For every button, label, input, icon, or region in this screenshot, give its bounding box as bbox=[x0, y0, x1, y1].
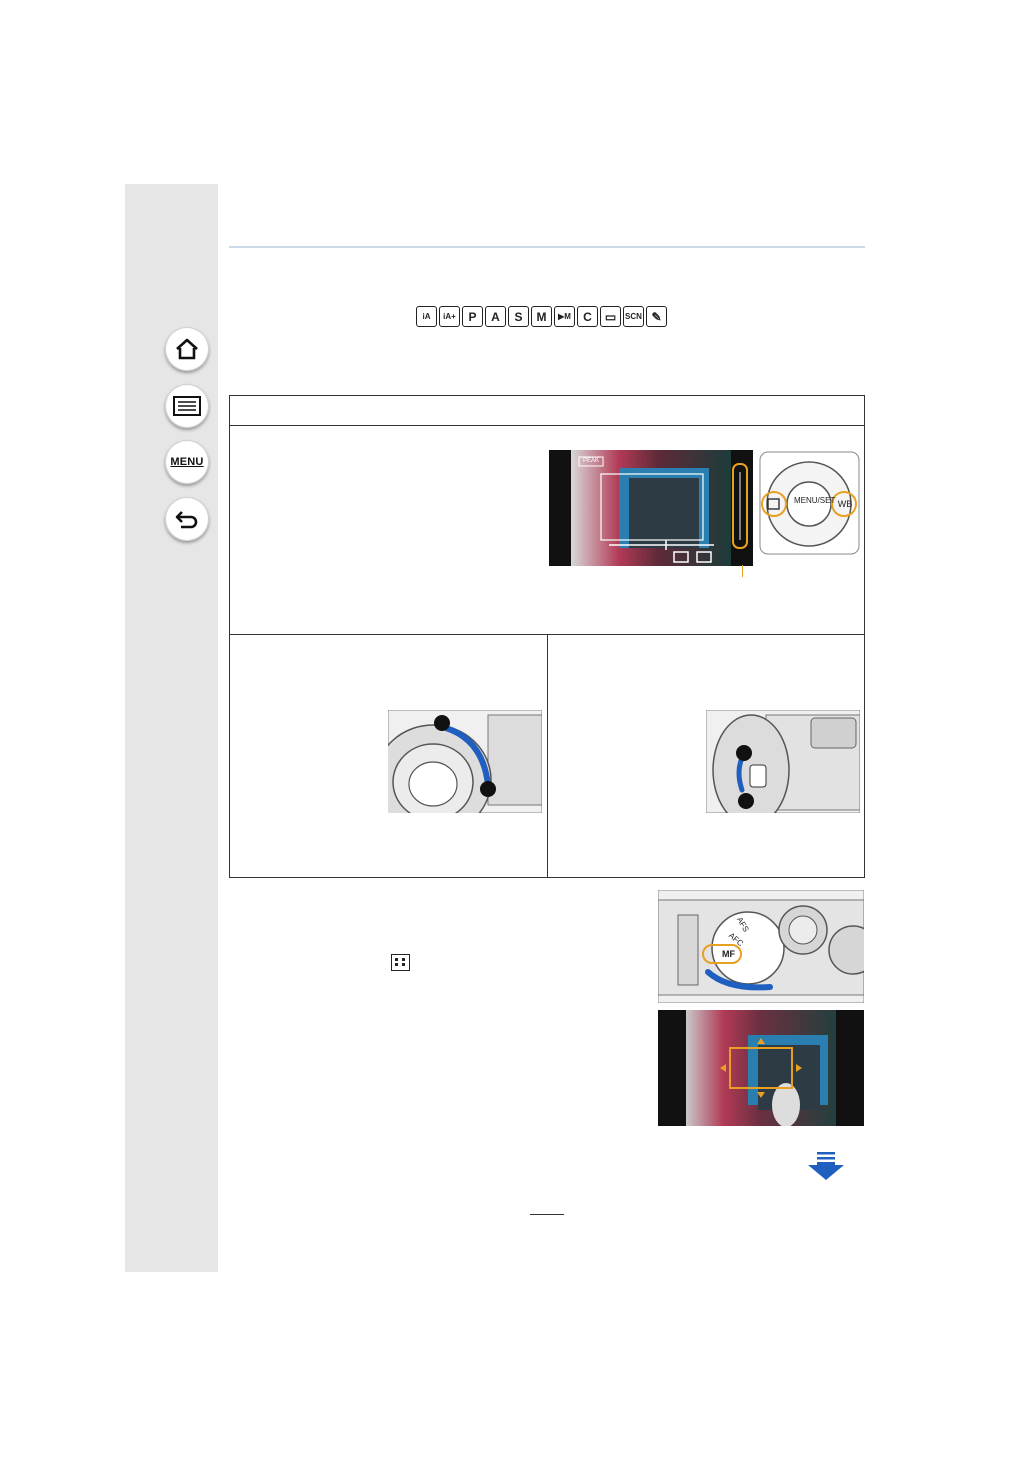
table-header-divider bbox=[229, 425, 865, 426]
header-rule bbox=[229, 246, 865, 248]
control-dial-illustration: MENU/SET WB bbox=[759, 451, 860, 555]
mode-icon-scn: SCN bbox=[623, 306, 644, 327]
page-number-link[interactable] bbox=[530, 1214, 564, 1215]
contents-button[interactable] bbox=[165, 384, 209, 428]
mode-icon-panorama: ▭ bbox=[600, 306, 621, 327]
mode-icon-ia: iA bbox=[416, 306, 437, 327]
recording-mode-icons: iA iA+ P A S M ▶M C ▭ SCN ✎ bbox=[416, 306, 667, 327]
camera-screen-illustration: PEAK bbox=[549, 450, 753, 566]
mode-icon-m: M bbox=[531, 306, 552, 327]
back-button[interactable] bbox=[165, 497, 209, 541]
home-button[interactable] bbox=[165, 327, 209, 371]
af-area-icon bbox=[391, 954, 410, 971]
zoom-lever-illustration bbox=[706, 710, 860, 813]
table-column-divider bbox=[547, 634, 548, 878]
enlarge-area-screen-illustration bbox=[658, 1010, 864, 1126]
back-icon bbox=[175, 511, 198, 529]
mode-icon-s: S bbox=[508, 306, 529, 327]
menu-set-label: MENU/SET bbox=[794, 496, 836, 505]
lens-focus-ring-illustration bbox=[388, 710, 542, 813]
mode-icon-ia-plus: iA+ bbox=[439, 306, 460, 327]
home-icon bbox=[176, 338, 198, 360]
mode-icon-p: P bbox=[462, 306, 483, 327]
mode-icon-a: A bbox=[485, 306, 506, 327]
mode-icon-movie-m: ▶M bbox=[554, 306, 575, 327]
next-page-button[interactable] bbox=[807, 1151, 845, 1186]
menu-label: MENU bbox=[170, 456, 204, 468]
list-icon bbox=[173, 396, 201, 416]
mode-icon-creative: ✎ bbox=[646, 306, 667, 327]
focus-mode-lever-illustration: AFS AFC MF bbox=[658, 890, 864, 1003]
arrow-down-icon bbox=[808, 1152, 844, 1180]
peaking-badge: PEAK bbox=[582, 458, 599, 464]
wb-label: WB bbox=[837, 499, 853, 509]
callout-line bbox=[742, 565, 743, 577]
mode-icon-c: C bbox=[577, 306, 598, 327]
mf-label: MF bbox=[722, 949, 735, 959]
menu-button[interactable]: MENU bbox=[165, 440, 209, 484]
